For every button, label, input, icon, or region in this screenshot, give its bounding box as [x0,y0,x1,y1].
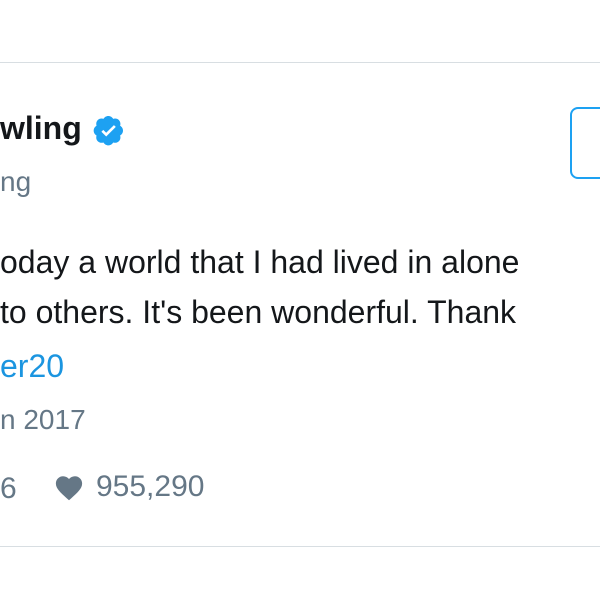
tweet-text-line: oday a world that I had lived in alone [0,244,520,280]
like-action[interactable]: 955,290 [54,472,204,502]
card-bottom-border [0,546,600,547]
tweet-date[interactable]: n 2017 [0,406,86,434]
author-name[interactable]: wling [0,112,82,144]
verified-badge-icon [93,116,123,146]
retweet-count[interactable]: 6 [0,474,17,504]
hashtag-link[interactable]: er20 [0,350,64,382]
tweet-text-line: to others. It's been wonderful. Thank [0,294,517,330]
heart-icon [55,476,83,501]
author-handle[interactable]: ng [0,168,31,196]
follow-button[interactable] [570,107,600,179]
tweet-card: wling ng oday a world that I had lived i… [0,0,600,600]
card-top-border [0,62,600,63]
like-count: 955,290 [96,470,205,503]
